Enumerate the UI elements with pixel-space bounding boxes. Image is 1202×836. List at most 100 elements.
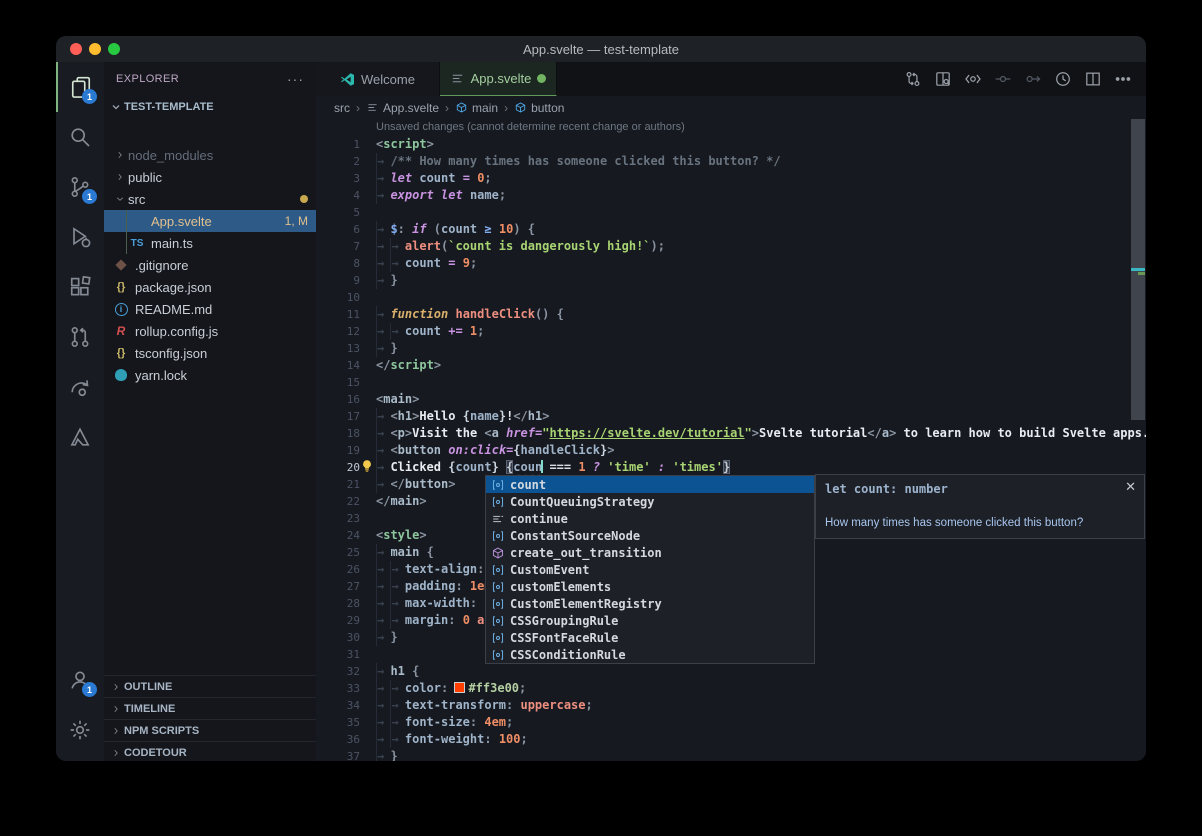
code-line-15[interactable]: 15 xyxy=(316,374,1146,391)
code-line-36[interactable]: 36→→font-weight: 100; xyxy=(316,731,1146,748)
tree-file-yarn-lock[interactable]: yarn.lock xyxy=(104,364,316,386)
split-editor-icon[interactable] xyxy=(1080,66,1106,92)
lightbulb-icon[interactable] xyxy=(360,459,374,475)
code-line-4[interactable]: 4→export let name; xyxy=(316,187,1146,204)
code-line-2[interactable]: 2→/** How many times has someone clicked… xyxy=(316,153,1146,170)
suggestion-customelements[interactable]: customElements xyxy=(486,578,814,595)
tree-file-readme-md[interactable]: iREADME.md xyxy=(104,298,316,320)
activity-azure-icon[interactable] xyxy=(56,412,104,462)
activity-settings-gear-icon[interactable] xyxy=(56,705,104,755)
breadcrumb-main[interactable]: main xyxy=(455,101,498,115)
breadcrumb-src[interactable]: src xyxy=(334,101,350,115)
tree-file-rollup-config-js[interactable]: Rrollup.config.js xyxy=(104,320,316,342)
code-line-9[interactable]: 9→} xyxy=(316,272,1146,289)
activity-source-control-icon[interactable]: 1 xyxy=(56,162,104,212)
tree-file-app-svelte[interactable]: App.svelte1, M xyxy=(104,210,316,232)
gitlens-compare-icon[interactable] xyxy=(900,66,926,92)
section-npm-scripts[interactable]: NPM SCRIPTS xyxy=(104,719,316,741)
tree-folder-src[interactable]: src xyxy=(104,188,316,210)
title-bar[interactable]: App.svelte — test-template xyxy=(56,36,1146,62)
line-number: 23 xyxy=(316,510,360,527)
line-number: 7 xyxy=(316,238,360,255)
activity-extensions-icon[interactable] xyxy=(56,262,104,312)
activity-accounts-icon[interactable]: 1 xyxy=(56,655,104,705)
breadcrumb-app-svelte[interactable]: App.svelte xyxy=(366,101,439,115)
suggestion-constantsourcenode[interactable]: ConstantSourceNode xyxy=(486,527,814,544)
code-line-6[interactable]: 6→$: if (count ≥ 10) { xyxy=(316,221,1146,238)
workspace-name: TEST-TEMPLATE xyxy=(124,101,214,113)
code-line-37[interactable]: 37→} xyxy=(316,748,1146,761)
symbol-variable-icon xyxy=(489,580,507,594)
code-line-3[interactable]: 3→let count = 0; xyxy=(316,170,1146,187)
tree-item-label: rollup.config.js xyxy=(135,324,218,339)
code-line-33[interactable]: 33→→color: #ff3e00; xyxy=(316,680,1146,697)
close-icon[interactable]: ✕ xyxy=(1125,479,1136,495)
suggestion-cssconditionrule[interactable]: CSSConditionRule xyxy=(486,646,814,663)
more-actions-icon[interactable] xyxy=(1110,66,1136,92)
activity-search-icon[interactable] xyxy=(56,112,104,162)
code-line-19[interactable]: 19→<button on:click={handleClick}> xyxy=(316,442,1146,459)
tree-folder-node-modules[interactable]: node_modules xyxy=(104,144,316,166)
section-outline[interactable]: OUTLINE xyxy=(104,675,316,697)
color-swatch[interactable] xyxy=(455,683,464,692)
suggestion-customevent[interactable]: CustomEvent xyxy=(486,561,814,578)
code-line-1[interactable]: 1<script> xyxy=(316,136,1146,153)
line-number: 4 xyxy=(316,187,360,204)
suggestion-continue[interactable]: continue xyxy=(486,510,814,527)
svelte-lines-icon xyxy=(366,101,379,114)
code-line-32[interactable]: 32→h1 { xyxy=(316,663,1146,680)
activity-run-debug-icon[interactable] xyxy=(56,212,104,262)
tab-welcome[interactable]: Welcome xyxy=(316,62,440,96)
suggestion-create_out_transition[interactable]: create_out_transition xyxy=(486,544,814,561)
section-codetour[interactable]: CODETOUR xyxy=(104,741,316,761)
line-number: 6 xyxy=(316,221,360,238)
section-timeline[interactable]: TIMELINE xyxy=(104,697,316,719)
activity-explorer-icon[interactable]: 1 xyxy=(56,62,104,112)
workspace-section-header[interactable]: TEST-TEMPLATE xyxy=(104,96,316,118)
line-number: 13 xyxy=(316,340,360,357)
symbol-variable-icon xyxy=(489,597,507,611)
suggestion-cssfontfacerule[interactable]: CSSFontFaceRule xyxy=(486,629,814,646)
breadcrumb-button[interactable]: button xyxy=(514,101,564,115)
code-line-12[interactable]: 12→→count += 1; xyxy=(316,323,1146,340)
suggestion-customelementregistry[interactable]: CustomElementRegistry xyxy=(486,595,814,612)
tree-file--gitignore[interactable]: .gitignore xyxy=(104,254,316,276)
activity-github-pr-icon[interactable] xyxy=(56,312,104,362)
line-number: 27 xyxy=(316,578,360,595)
code-line-18[interactable]: 18→<p>Visit the <a href="https://svelte.… xyxy=(316,425,1146,442)
code-line-14[interactable]: 14</script> xyxy=(316,357,1146,374)
code-line-13[interactable]: 13→} xyxy=(316,340,1146,357)
code-line-16[interactable]: 16<main> xyxy=(316,391,1146,408)
vscode-window: App.svelte — test-template 111 EXPLORER … xyxy=(56,36,1146,761)
code-line-34[interactable]: 34→→text-transform: uppercase; xyxy=(316,697,1146,714)
previous-change-icon xyxy=(990,66,1016,92)
suggestion-count[interactable]: count xyxy=(486,476,814,493)
file-history-icon[interactable] xyxy=(1050,66,1076,92)
tab-app-svelte[interactable]: App.svelte xyxy=(440,62,557,96)
more-actions-icon[interactable]: ··· xyxy=(287,71,304,87)
sidebar-title: EXPLORER xyxy=(116,73,287,85)
suggestion-cssgroupingrule[interactable]: CSSGroupingRule xyxy=(486,612,814,629)
tree-item-label: main.ts xyxy=(151,236,193,251)
tree-file-package-json[interactable]: {}package.json xyxy=(104,276,316,298)
suggestion-countqueuingstrategy[interactable]: CountQueuingStrategy xyxy=(486,493,814,510)
open-changes-icon[interactable] xyxy=(960,66,986,92)
code-line-35[interactable]: 35→→font-size: 4em; xyxy=(316,714,1146,731)
tree-file-main-ts[interactable]: TSmain.ts xyxy=(104,232,316,254)
file-tree: node_modulespublicsrcApp.svelte1, MTSmai… xyxy=(104,144,316,386)
code-line-7[interactable]: 7→→alert(`count is dangerously high!`); xyxy=(316,238,1146,255)
chevron-right-icon xyxy=(108,701,124,717)
code-line-10[interactable]: 10 xyxy=(316,289,1146,306)
code-line-5[interactable]: 5 xyxy=(316,204,1146,221)
code-editor[interactable]: Unsaved changes (cannot determine recent… xyxy=(316,119,1146,761)
code-line-17[interactable]: 17→<h1>Hello {name}!</h1> xyxy=(316,408,1146,425)
code-line-11[interactable]: 11→function handleClick() { xyxy=(316,306,1146,323)
activity-live-share-icon[interactable] xyxy=(56,362,104,412)
tree-folder-public[interactable]: public xyxy=(104,166,316,188)
open-preview-icon[interactable] xyxy=(930,66,956,92)
tree-file-tsconfig-json[interactable]: {}tsconfig.json xyxy=(104,342,316,364)
line-number: 9 xyxy=(316,272,360,289)
line-number: 18 xyxy=(316,425,360,442)
tree-item-label: .gitignore xyxy=(135,258,188,273)
code-line-8[interactable]: 8→→count = 9; xyxy=(316,255,1146,272)
